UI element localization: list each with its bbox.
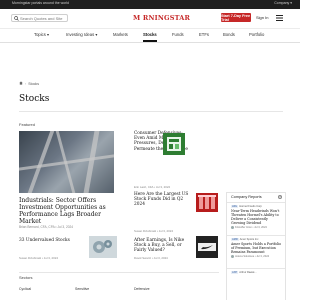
breadcrumb-current: Stocks: [28, 81, 39, 86]
featured-article-title[interactable]: Industrials: Sector Offers Investment Op…: [19, 197, 117, 225]
panel-divider: [227, 268, 285, 269]
page-title: Stocks: [19, 94, 50, 104]
company-reports-panel: Company Reports ? HRL Hormel Foods Corp N…: [226, 192, 286, 300]
report-item[interactable]: HRL Hormel Foods Corp Near-Term Headwinds…: [231, 205, 283, 229]
article-card[interactable]: Here Are the Largest US Stock Funds Did …: [134, 192, 194, 233]
ticker-tag: HRL: [231, 205, 239, 208]
company-menu[interactable]: Company ▾: [274, 1, 292, 5]
sectors-divider: [19, 272, 219, 273]
featured-label: Featured: [19, 122, 36, 127]
company-name: Arthur Rawat...: [239, 271, 257, 274]
portals-link[interactable]: Morningstar portals around the world: [12, 1, 69, 5]
avatar: [231, 255, 234, 258]
article-title[interactable]: 33 Undervalued Stocks: [19, 238, 77, 243]
report-item[interactable]: AMR Amer Sports Inc Amer Sports Holds a P…: [231, 238, 283, 258]
home-icon[interactable]: [19, 81, 23, 86]
sign-in-link[interactable]: Sign In: [256, 15, 268, 20]
report-author: Kristoffer Inton • Jul 3, 2024: [235, 226, 267, 229]
report-author: Jelena Sokolova • Jul 3, 2024: [235, 255, 270, 258]
title-divider: [19, 111, 283, 112]
company-reports-heading: Company Reports: [231, 195, 262, 199]
nav-funds[interactable]: Funds: [172, 32, 184, 37]
search-box[interactable]: [11, 14, 68, 22]
sector-col-defensive[interactable]: Defensive: [134, 287, 150, 291]
nav-etfs[interactable]: ETFs: [199, 32, 209, 37]
article-thumbnail[interactable]: [89, 236, 117, 258]
sector-col-sensitive[interactable]: Sensitive: [75, 287, 89, 291]
free-trial-button[interactable]: Start 7-Day Free Trial: [221, 13, 251, 22]
featured-article-image[interactable]: [19, 131, 114, 193]
article-title[interactable]: Here Are the Largest US Stock Funds Did …: [134, 192, 192, 208]
help-icon[interactable]: ?: [278, 195, 282, 199]
ticker-tag: AMR: [231, 238, 239, 241]
report-title[interactable]: Near-Term Headwinds Won't Threaten Horme…: [231, 209, 283, 225]
nav-markets[interactable]: Markets: [113, 32, 128, 37]
nav-bonds[interactable]: Bonds: [223, 32, 235, 37]
article-card[interactable]: 33 Undervalued Stocks Susan Dziubinski •…: [19, 238, 79, 268]
sector-col-cyclical[interactable]: Cyclical: [19, 287, 31, 291]
sectors-label: Sectors: [19, 275, 33, 280]
article-title[interactable]: After Earnings, Is Nike Stock a Buy, a S…: [134, 238, 192, 254]
main-nav: Topics ▾ Investing Ideas ▾ Markets Stock…: [0, 29, 300, 43]
article-meta: Susan Dziubinski • Jul 3, 2024: [19, 256, 58, 260]
morningstar-logo[interactable]: M RNINGSTAR: [133, 14, 190, 22]
nav-topics[interactable]: Topics ▾: [34, 32, 49, 37]
site-header: M RNINGSTAR Start 7-Day Free Trial Sign …: [0, 9, 300, 29]
avatar: [231, 226, 234, 229]
top-utility-bar: Morningstar portals around the world Com…: [0, 0, 300, 9]
company-name: Amer Sports Inc: [239, 238, 259, 241]
search-icon[interactable]: [12, 14, 20, 22]
company-name: Hormel Foods Corp: [239, 205, 262, 208]
ticker-tag: AXP: [231, 271, 239, 274]
article-meta: Erin Lash, CFA • Jul 3, 2024: [134, 185, 171, 189]
article-thumbnail[interactable]: [196, 193, 218, 212]
nav-stocks[interactable]: Stocks: [143, 32, 157, 37]
sector-columns: Cyclical Sensitive Defensive: [19, 287, 219, 295]
nav-portfolio[interactable]: Portfolio: [249, 32, 264, 37]
breadcrumb-separator: ›: [25, 81, 27, 86]
panel-divider: [227, 235, 285, 236]
article-card[interactable]: After Earnings, Is Nike Stock a Buy, a S…: [134, 238, 194, 268]
nav-investing-ideas[interactable]: Investing Ideas ▾: [66, 32, 97, 37]
article-thumbnail[interactable]: [163, 133, 185, 155]
article-thumbnail[interactable]: [196, 236, 218, 258]
hamburger-menu-icon[interactable]: [275, 14, 284, 22]
article-meta: David Swartz • Jul 3, 2024: [134, 256, 168, 260]
search-input[interactable]: [20, 15, 66, 21]
article-meta: Susan Dziubinski • Jul 3, 2024: [134, 229, 173, 233]
featured-article-meta: Brian Bernard, CFA, CPA • Jul 3, 2024: [19, 225, 74, 229]
panel-divider: [227, 202, 285, 203]
active-tab-indicator: [143, 40, 157, 42]
report-title[interactable]: Amer Sports Holds a Portfolio of Premium…: [231, 242, 283, 254]
breadcrumb: › Stocks: [19, 81, 39, 86]
report-item[interactable]: AXP Arthur Rawat...: [231, 271, 283, 274]
